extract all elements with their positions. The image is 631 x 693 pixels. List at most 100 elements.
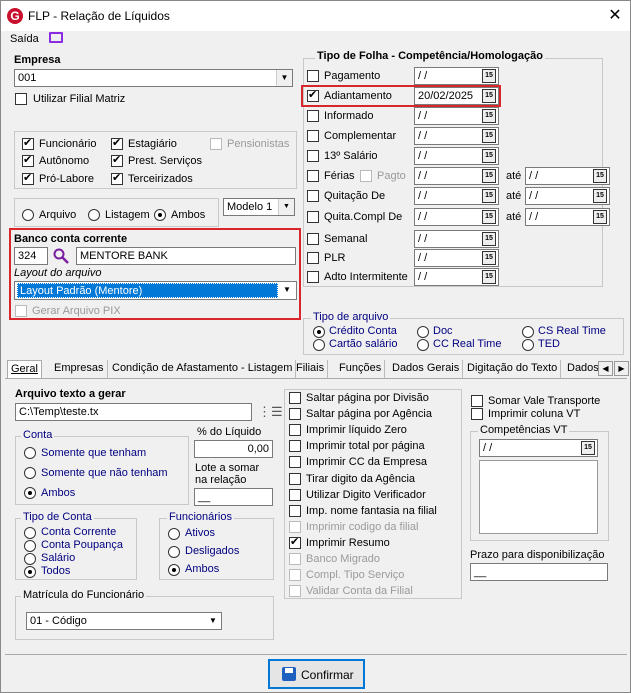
estagiario-checkbox[interactable] [111,136,123,150]
opcao-checkbox-1[interactable] [289,408,301,421]
folha-checkbox-0[interactable] [307,70,319,82]
imprimir-vt-checkbox[interactable] [471,408,483,420]
todos-radio[interactable] [24,566,36,578]
prazo-field[interactable]: __ [470,563,608,581]
monitor-icon[interactable] [49,32,63,43]
funcionario-checkbox[interactable] [22,136,34,150]
prest-servicos-checkbox[interactable] [111,153,123,167]
opcao-checkbox-12[interactable] [289,585,301,598]
calendar-icon[interactable]: 15 [593,189,607,203]
arquivo-radio[interactable] [22,209,34,221]
chevron-down-icon[interactable]: ▼ [205,613,221,629]
desligados-radio[interactable] [168,546,180,558]
salario-radio[interactable] [24,553,36,565]
search-icon[interactable] [53,248,69,264]
ambos-radio[interactable] [154,209,166,221]
calendar-icon[interactable]: 15 [482,169,496,183]
doc-radio[interactable] [417,326,429,338]
calendar-icon[interactable]: 15 [482,109,496,123]
calendar-icon[interactable]: 15 [593,169,607,183]
folha-date-value: / / [418,170,428,182]
chevron-down-icon[interactable]: ▼ [278,199,294,215]
folha-checkbox-10[interactable] [307,271,319,283]
layout-value: Layout Padrão (Mentore) [17,283,278,298]
calendar-icon[interactable]: 15 [482,251,496,265]
opcao-checkbox-3[interactable] [289,440,301,453]
lote-field[interactable]: __ [194,488,273,506]
arquivo-texto-field[interactable]: C:\Temp\teste.tx [15,403,252,421]
conta-corrente-radio[interactable] [24,527,36,539]
func-ambos-label: Ambos [185,563,220,575]
terceirizados-checkbox[interactable] [111,171,123,185]
tab-geral[interactable]: Geral [7,360,42,378]
gerar-pix-checkbox[interactable] [15,305,27,317]
banco-codigo-field[interactable]: 324 [14,247,48,265]
somar-vt-checkbox[interactable] [471,395,483,407]
banco-nome-value: MENTORE BANK [80,250,168,262]
folder-tree-icon[interactable]: ⋮☰ [258,404,283,420]
calendar-icon[interactable]: 15 [593,210,607,224]
opcao-checkbox-8[interactable] [289,520,301,533]
calendar-icon[interactable]: 15 [482,232,496,246]
calendar-icon[interactable]: 15 [482,210,496,224]
tab-scroll-left-icon[interactable]: ◀ [598,361,613,376]
calendar-icon[interactable]: 15 [482,69,496,83]
calendar-icon[interactable]: 15 [482,129,496,143]
opcao-checkbox-5[interactable] [289,472,301,485]
folha-checkbox-5[interactable] [307,170,319,182]
folha-checkbox-2[interactable] [307,110,319,122]
folha-checkbox-8[interactable] [307,233,319,245]
folha-checkbox-9[interactable] [307,252,319,264]
calendar-icon[interactable]: 15 [581,441,595,455]
opcao-checkbox-11[interactable] [289,569,301,582]
ativos-radio[interactable] [168,528,180,540]
cs-real-time-radio[interactable] [522,326,534,338]
listagem-radio[interactable] [88,209,100,221]
chevron-down-icon[interactable]: ▼ [276,70,292,86]
tab-condicao-afastamento[interactable]: Condição de Afastamento - Listagem [109,360,297,378]
calendar-icon[interactable]: 15 [482,149,496,163]
calendar-icon[interactable]: 15 [482,270,496,284]
opcao-checkbox-7[interactable] [289,504,301,517]
ativos-label: Ativos [185,527,215,539]
tab-empresas[interactable]: Empresas [51,360,108,378]
pensionistas-checkbox[interactable] [210,138,222,150]
competencias-vt-list[interactable] [479,460,598,534]
close-icon[interactable]: ✕ [605,5,625,25]
conta-ambos-radio[interactable] [24,487,36,499]
cartao-salario-radio[interactable] [313,339,325,351]
folha-checkbox-6[interactable] [307,190,319,202]
cc-real-time-radio[interactable] [417,339,429,351]
tab-funcoes[interactable]: Funções [336,360,386,378]
opcao-checkbox-4[interactable] [289,456,301,469]
tab-dados[interactable]: Dados [564,360,602,378]
empresa-select[interactable]: 001 [14,69,293,87]
func-ambos-radio[interactable] [168,564,180,576]
calendar-icon[interactable]: 15 [482,189,496,203]
chevron-down-icon[interactable]: ▼ [279,282,295,298]
somente-tenham-radio[interactable] [24,447,36,459]
pagto-checkbox[interactable] [360,170,372,182]
ted-radio[interactable] [522,339,534,351]
tab-filiais[interactable]: Filiais [293,360,329,378]
opcao-checkbox-2[interactable] [289,424,301,437]
tab-scroll-right-icon[interactable]: ▶ [614,361,629,376]
opcao-checkbox-10[interactable] [289,553,301,565]
pct-liquido-field[interactable]: 0,00 [194,440,273,458]
tab-dados-gerais[interactable]: Dados Gerais [389,360,464,378]
autonomo-checkbox[interactable] [22,153,34,167]
credito-conta-radio[interactable] [313,326,325,338]
pro-labore-checkbox[interactable] [22,171,34,185]
conta-poupanca-radio[interactable] [24,540,36,552]
folha-checkbox-3[interactable] [307,130,319,142]
tab-digitacao-texto[interactable]: Digitação do Texto [464,360,562,378]
somente-nao-tenham-radio[interactable] [24,467,36,479]
opcao-checkbox-9[interactable] [289,535,301,549]
confirmar-button[interactable]: Confirmar [268,659,365,689]
opcao-checkbox-0[interactable] [289,392,301,404]
opcao-checkbox-6[interactable] [289,488,301,501]
matricula-select[interactable]: 01 - Código [26,612,222,630]
folha-checkbox-4[interactable] [307,150,319,162]
filial-matriz-checkbox[interactable] [15,93,27,105]
folha-checkbox-7[interactable] [307,211,319,223]
